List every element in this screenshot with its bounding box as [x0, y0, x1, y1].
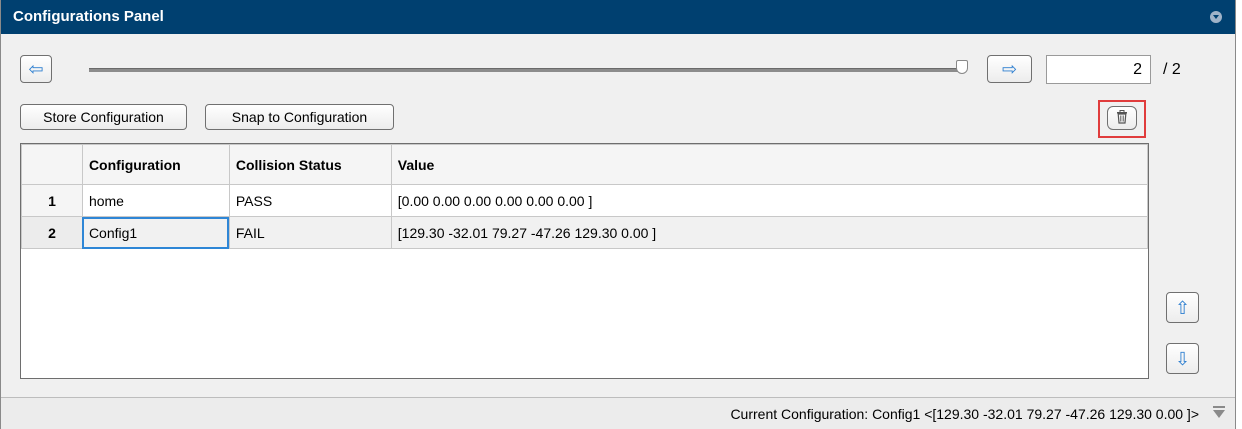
trash-icon: [1115, 109, 1129, 127]
page-total: / 2: [1163, 61, 1181, 78]
left-arrow-icon: ⇦: [28, 59, 44, 79]
panel-title: Configurations Panel: [13, 8, 164, 25]
header-value[interactable]: Value: [390, 144, 1148, 185]
page-number-input[interactable]: [1046, 55, 1151, 84]
header-collision-status[interactable]: Collision Status: [228, 144, 392, 185]
cell-collision-status[interactable]: FAIL: [228, 216, 392, 249]
title-bar: Configurations Panel: [1, 0, 1235, 34]
previous-configuration-button[interactable]: ⇦: [20, 55, 52, 83]
cell-configuration[interactable]: home: [81, 184, 230, 217]
table-row[interactable]: 2 Config1 FAIL [129.30 -32.01 79.27 -47.…: [21, 216, 1148, 249]
move-down-button[interactable]: ⇩: [1166, 343, 1199, 374]
right-arrow-icon: ⇨: [1001, 59, 1018, 79]
delete-configuration-button[interactable]: [1107, 106, 1137, 130]
header-configuration[interactable]: Configuration: [81, 144, 230, 185]
cell-configuration-selected[interactable]: Config1: [81, 216, 230, 249]
up-arrow-icon: ⇧: [1174, 297, 1191, 318]
status-bar: Current Configuration: Config1 <[129.30 …: [1, 397, 1235, 429]
configurations-table: Configuration Collision Status Value 1 h…: [20, 143, 1149, 379]
current-configuration-status: Current Configuration: Config1 <[129.30 …: [730, 406, 1199, 422]
cell-value[interactable]: [0.00 0.00 0.00 0.00 0.00 0.00 ]: [390, 184, 1148, 217]
row-index: 1: [21, 184, 83, 217]
next-configuration-button[interactable]: ⇨: [987, 55, 1032, 83]
cell-collision-status[interactable]: PASS: [228, 184, 392, 217]
row-index: 2: [21, 216, 83, 249]
store-configuration-button[interactable]: Store Configuration: [20, 104, 187, 130]
down-arrow-icon: ⇩: [1174, 348, 1191, 369]
configuration-slider-track[interactable]: [89, 68, 961, 72]
move-up-button[interactable]: ⇧: [1166, 292, 1199, 323]
chevron-down-icon[interactable]: [1210, 11, 1222, 23]
configurations-panel: Configurations Panel ⇦ ⇨ / 2 Store Confi…: [0, 0, 1236, 429]
minimize-icon[interactable]: [1213, 406, 1225, 418]
table-row[interactable]: 1 home PASS [0.00 0.00 0.00 0.00 0.00 0.…: [21, 184, 1148, 217]
header-index: [21, 144, 83, 185]
cell-value[interactable]: [129.30 -32.01 79.27 -47.26 129.30 0.00 …: [390, 216, 1148, 249]
configuration-slider-thumb[interactable]: [956, 60, 968, 74]
snap-to-configuration-button[interactable]: Snap to Configuration: [205, 104, 394, 130]
table-header-row: Configuration Collision Status Value: [21, 144, 1148, 185]
